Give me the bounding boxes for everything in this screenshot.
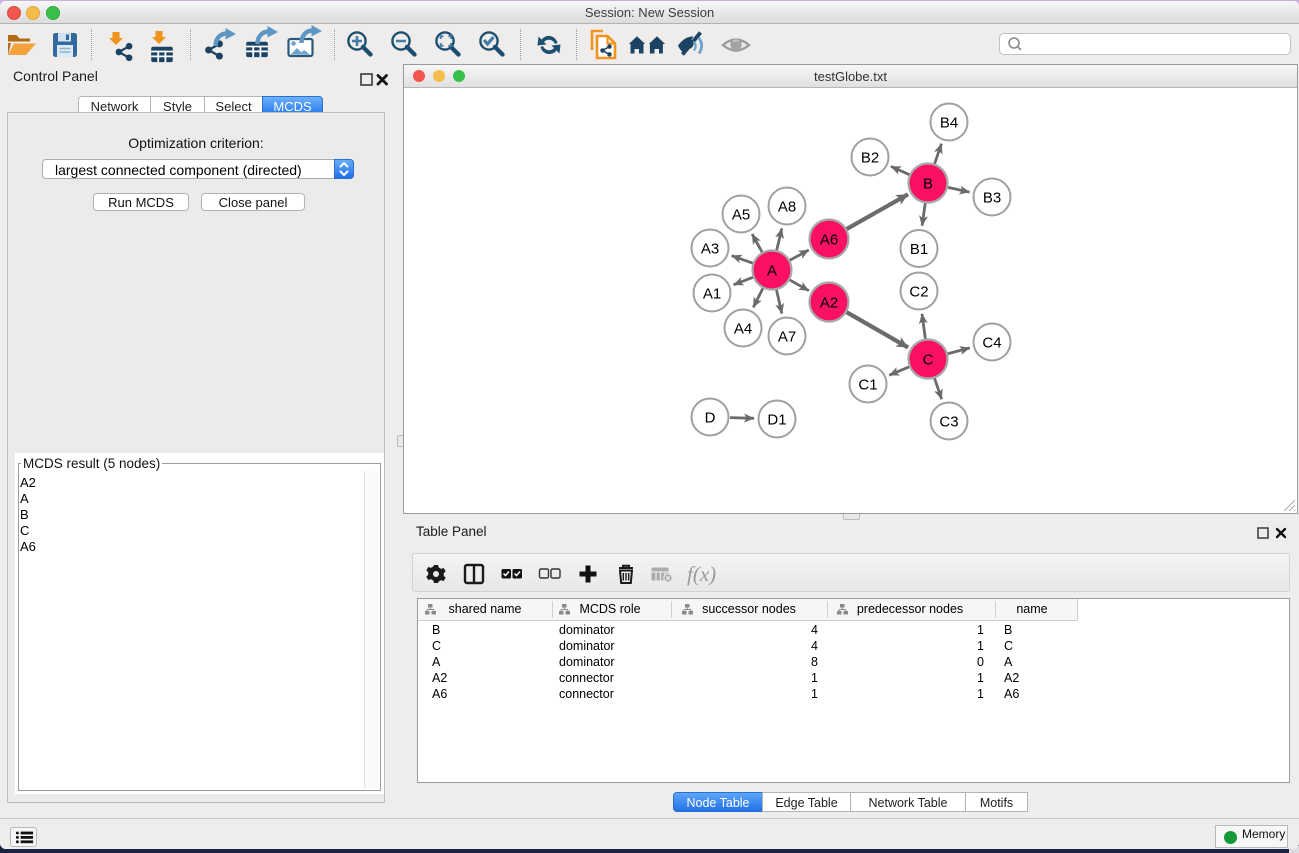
svg-text:D: D <box>705 410 716 427</box>
svg-text:A8: A8 <box>778 199 796 216</box>
svg-text:A: A <box>767 263 777 280</box>
svg-text:C4: C4 <box>982 335 1001 352</box>
svg-text:B3: B3 <box>983 190 1001 207</box>
svg-text:A2: A2 <box>820 295 838 312</box>
svg-text:A3: A3 <box>701 241 719 258</box>
svg-text:C: C <box>923 352 934 369</box>
svg-text:A7: A7 <box>778 329 796 346</box>
svg-text:A6: A6 <box>820 232 838 249</box>
svg-text:f(x): f(x) <box>687 562 716 586</box>
svg-text:B4: B4 <box>940 115 958 132</box>
svg-text:A4: A4 <box>734 321 752 338</box>
svg-text:A5: A5 <box>732 207 750 224</box>
svg-text:B: B <box>923 176 933 193</box>
svg-text:D1: D1 <box>767 412 786 429</box>
svg-text:C2: C2 <box>909 284 928 301</box>
svg-text:B1: B1 <box>910 241 928 258</box>
svg-text:C3: C3 <box>939 414 958 431</box>
svg-text:C1: C1 <box>858 377 877 394</box>
svg-text:A1: A1 <box>703 286 721 303</box>
svg-text:B2: B2 <box>861 150 879 167</box>
